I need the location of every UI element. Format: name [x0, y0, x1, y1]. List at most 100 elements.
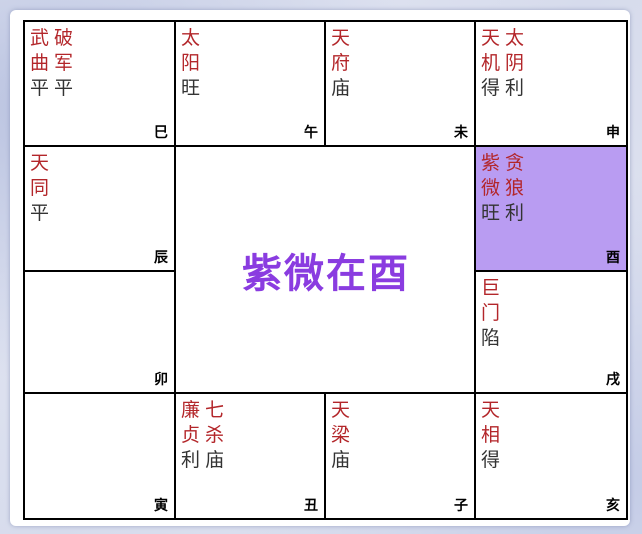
- star-status: 庙: [331, 77, 351, 99]
- palace-yin: 寅: [23, 392, 176, 520]
- star-status: 得: [481, 77, 501, 99]
- star-name-char: 贪: [505, 152, 525, 174]
- earthly-branch-label: 巳: [154, 125, 168, 141]
- earthly-branch-label: 子: [454, 498, 468, 514]
- star-status-row: 得利: [481, 76, 529, 101]
- palace-stars: 廉七贞杀利庙: [181, 398, 229, 473]
- earthly-branch-label: 未: [454, 125, 468, 141]
- palace-chen: 天同平辰: [23, 145, 176, 272]
- star-name-char: 天: [331, 27, 351, 49]
- star-name-row: 门: [481, 301, 505, 326]
- star-name-row: 曲军: [30, 51, 78, 76]
- star-status-row: 旺利: [481, 201, 529, 226]
- palace-xu: 巨门陷戌: [474, 270, 628, 394]
- star-name-char: 天: [481, 27, 501, 49]
- star-name-char: 同: [30, 177, 50, 199]
- star-status-row: 平: [30, 201, 54, 226]
- star-name-row: 紫贪: [481, 151, 529, 176]
- star-status-row: 得: [481, 448, 505, 473]
- star-status: 利: [505, 77, 525, 99]
- earthly-branch-label: 酉: [606, 250, 620, 266]
- star-name-char: 武: [30, 27, 50, 49]
- star-status: 利: [505, 202, 525, 224]
- star-status-row: 利庙: [181, 448, 229, 473]
- star-name-row: 同: [30, 176, 54, 201]
- star-status-row: 庙: [331, 448, 355, 473]
- palace-chou: 廉七贞杀利庙丑: [174, 392, 326, 520]
- star-name-char: 微: [481, 177, 501, 199]
- star-status: 旺: [181, 77, 201, 99]
- earthly-branch-label: 亥: [606, 498, 620, 514]
- star-name-char: 廉: [181, 399, 201, 421]
- star-name-char: 天: [331, 399, 351, 421]
- palace-si: 武破曲军平平巳: [23, 20, 176, 147]
- palace-wei: 天府庙未: [324, 20, 476, 147]
- star-name-row: 府: [331, 51, 355, 76]
- palace-stars: 天相得: [481, 398, 505, 473]
- earthly-branch-label: 卯: [154, 372, 168, 388]
- star-name-char: 机: [481, 52, 501, 74]
- star-name-char: 七: [205, 399, 225, 421]
- star-name-char: 阴: [505, 52, 525, 74]
- star-name-row: 天: [481, 398, 505, 423]
- star-status-row: 庙: [331, 76, 355, 101]
- palace-shen: 天太机阴得利申: [474, 20, 628, 147]
- star-name-row: 武破: [30, 26, 78, 51]
- earthly-branch-label: 午: [304, 125, 318, 141]
- palace-you: 紫贪微狼旺利酉: [474, 145, 628, 272]
- palace-stars: 天府庙: [331, 26, 355, 101]
- star-name-char: 梁: [331, 424, 351, 446]
- star-name-row: 廉七: [181, 398, 229, 423]
- palace-stars: 天梁庙: [331, 398, 355, 473]
- star-name-char: 门: [481, 302, 501, 324]
- star-status: 平: [54, 77, 74, 99]
- earthly-branch-label: 寅: [154, 498, 168, 514]
- star-name-row: 阳: [181, 51, 205, 76]
- star-name-char: 紫: [481, 152, 501, 174]
- star-name-char: 破: [54, 27, 74, 49]
- star-status: 庙: [205, 449, 225, 471]
- star-name-row: 天: [331, 26, 355, 51]
- star-name-char: 阳: [181, 52, 201, 74]
- palace-stars: 天太机阴得利: [481, 26, 529, 101]
- star-name-char: 太: [181, 27, 201, 49]
- star-status: 平: [30, 202, 50, 224]
- star-status: 旺: [481, 202, 501, 224]
- star-name-char: 贞: [181, 424, 201, 446]
- palace-mao: 卯: [23, 270, 176, 394]
- star-status-row: 平平: [30, 76, 78, 101]
- star-name-char: 府: [331, 52, 351, 74]
- star-name-char: 相: [481, 424, 501, 446]
- palace-stars: 太阳旺: [181, 26, 205, 101]
- star-name-char: 巨: [481, 277, 501, 299]
- star-status: 陷: [481, 327, 501, 349]
- star-name-row: 微狼: [481, 176, 529, 201]
- star-name-row: 贞杀: [181, 423, 229, 448]
- star-status-row: 旺: [181, 76, 205, 101]
- palace-stars: 武破曲军平平: [30, 26, 78, 101]
- earthly-branch-label: 申: [606, 125, 620, 141]
- palace-wu: 太阳旺午: [174, 20, 326, 147]
- palace-stars: 天同平: [30, 151, 54, 226]
- star-name-row: 巨: [481, 276, 505, 301]
- star-name-char: 天: [30, 152, 50, 174]
- star-status: 利: [181, 449, 201, 471]
- palace-stars: 巨门陷: [481, 276, 505, 351]
- star-name-row: 天: [331, 398, 355, 423]
- star-status: 平: [30, 77, 50, 99]
- center-title: 紫微在酉: [242, 251, 410, 297]
- star-name-row: 天太: [481, 26, 529, 51]
- star-status: 得: [481, 449, 501, 471]
- star-name-row: 相: [481, 423, 505, 448]
- star-name-char: 狼: [505, 177, 525, 199]
- earthly-branch-label: 戌: [606, 372, 620, 388]
- star-status-row: 陷: [481, 326, 505, 351]
- star-name-row: 梁: [331, 423, 355, 448]
- palace-hai: 天相得亥: [474, 392, 628, 520]
- earthly-branch-label: 辰: [154, 250, 168, 266]
- star-name-char: 军: [54, 52, 74, 74]
- star-name-char: 曲: [30, 52, 50, 74]
- star-name-char: 天: [481, 399, 501, 421]
- star-name-row: 机阴: [481, 51, 529, 76]
- star-name-row: 天: [30, 151, 54, 176]
